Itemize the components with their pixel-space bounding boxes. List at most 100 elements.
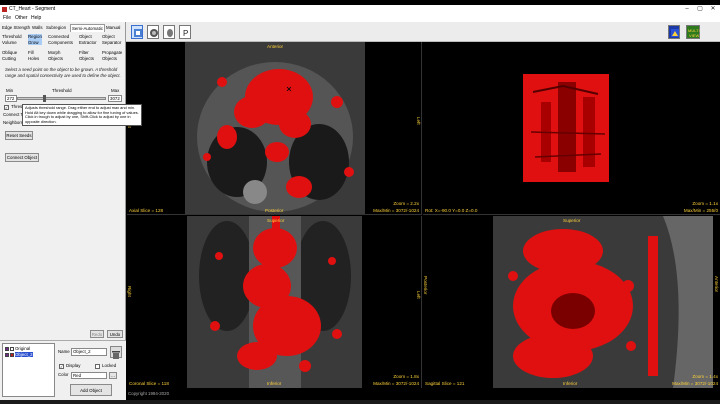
tool-object-extractor[interactable]: Object Extractor — [79, 34, 97, 45]
delete-object-button[interactable] — [110, 346, 122, 359]
tab-edge-strength[interactable]: Edge Strength — [2, 24, 30, 32]
copyright-text: Copyright 1994-2020 — [128, 391, 170, 396]
tool-label: Extractor — [79, 39, 97, 45]
sagittal-slice-label: Sagittal Slice = 121 — [425, 381, 465, 386]
axial-maxmin-label: Max/Min = 3072/-1024 — [373, 208, 419, 213]
tool-region-grow[interactable]: Region Grow — [28, 34, 42, 45]
anatomy-tool-icon — [167, 29, 173, 37]
add-object-button[interactable]: Add Object — [70, 384, 112, 396]
sagittal-viewport[interactable]: Superior Inferior Posterior Anterior Sag… — [423, 216, 720, 388]
tool-morph-objects[interactable]: Morph Objects — [48, 50, 63, 61]
redo-button[interactable]: Redo — [90, 330, 104, 338]
coronal-top-label: Superior — [267, 218, 285, 223]
axial-top-label: Anterior — [267, 44, 284, 49]
axial-bottom-label: Posterior — [265, 208, 284, 213]
view-label: VIEW — [689, 33, 699, 38]
undo-button[interactable]: Undo — [107, 330, 123, 338]
coronal-viewport[interactable]: Superior Inferior Right Left Coronal Sli… — [127, 216, 422, 388]
color-label: Color — [58, 372, 69, 377]
tool-oblique-cutting[interactable]: Oblique Cutting — [2, 50, 17, 61]
threshold-min-field[interactable]: 272 — [5, 95, 17, 102]
menu-help[interactable]: Help — [31, 14, 41, 22]
threshold-max-label: Max — [111, 88, 120, 93]
object-list[interactable]: Original Object_2 — [2, 343, 55, 397]
color-select[interactable]: Red — [71, 372, 107, 379]
object-name: Original — [15, 346, 31, 351]
locked-checkbox[interactable] — [95, 364, 100, 369]
tool-filter-objects[interactable]: Filter Objects — [79, 50, 94, 61]
trash-icon — [112, 351, 120, 359]
connect-type-label: Connect T — [3, 112, 24, 117]
tool-label: Separator — [102, 39, 122, 45]
axial-slice-label: Axial Slice = 128 — [129, 208, 164, 213]
tool-instructions: Select a seed point on the object to be … — [5, 67, 121, 78]
minimize-button[interactable]: – — [682, 5, 692, 14]
axial-viewport[interactable]: Anterior Posterior Right Left Axial Slic… — [127, 42, 422, 215]
threshold-min-label: Min — [6, 88, 14, 93]
status-bar — [0, 400, 720, 404]
color-swatch[interactable] — [10, 352, 14, 357]
tool-label: Objects — [48, 55, 63, 61]
sagittal-zoom-label: Zoom = 1.4x — [692, 374, 718, 379]
tool-label: Cutting — [2, 55, 16, 61]
tab-semi-automatic[interactable]: Semi-Automatic — [70, 24, 105, 32]
coronal-left-label: Right — [127, 286, 132, 297]
tab-walls[interactable]: Walls — [32, 24, 43, 32]
tool-label: Holes — [28, 55, 40, 61]
display-label: Display — [66, 363, 81, 368]
tool-threshold-volume[interactable]: Threshold Volume — [2, 34, 22, 45]
coronal-bottom-label: Inferior — [267, 381, 282, 386]
tab-subregion[interactable]: Subregion — [46, 24, 66, 32]
tool-object-separator[interactable]: Object Separator — [102, 34, 121, 45]
segment-tool-icon — [134, 29, 142, 37]
object-name-field[interactable]: Object_2 — [71, 348, 107, 356]
object-item-original[interactable]: Original — [5, 346, 30, 351]
tool-label: Components — [48, 39, 73, 45]
segment-tool-button[interactable] — [131, 25, 143, 39]
menu-bar: File Other Help — [0, 14, 720, 22]
name-label: Name — [58, 349, 70, 354]
object-item-object-2[interactable]: Object_2 — [5, 352, 33, 357]
render-maxmin-label: Max/Min = 255/0 — [683, 208, 718, 213]
display-checkbox[interactable]: ✓ — [59, 364, 64, 369]
tool-tabs: Edge Strength Walls Subregion Semi-Autom… — [2, 24, 124, 32]
maximize-button[interactable]: ▢ — [695, 5, 705, 14]
threshold-max-field[interactable]: 3072 — [108, 95, 122, 102]
coronal-slice-image — [187, 216, 362, 388]
view-sample-button[interactable] — [668, 25, 680, 39]
close-button[interactable]: ✕ — [708, 5, 718, 14]
tool-label: Propagate — [102, 50, 123, 55]
tool-propagate-objects[interactable]: Propagate Objects — [102, 50, 122, 61]
threshold-checkbox[interactable]: ✓ — [4, 105, 9, 110]
tool-connected-components[interactable]: Connected Components — [48, 34, 73, 45]
app-icon — [2, 7, 7, 12]
tab-manual[interactable]: Manual — [106, 24, 120, 32]
svg-text:P: P — [183, 29, 188, 38]
reset-seeds-button[interactable]: Reset Seeds — [5, 131, 33, 140]
locked-label: Locked — [102, 363, 117, 368]
sagittal-left-label: Posterior — [423, 276, 428, 295]
visibility-checkbox[interactable] — [10, 346, 14, 351]
menu-file[interactable]: File — [3, 14, 11, 22]
expand-icon — [5, 346, 9, 351]
menu-other[interactable]: Other — [15, 14, 28, 22]
sagittal-top-label: Superior — [563, 218, 581, 223]
coronal-zoom-label: Zoom = 1.8x — [393, 374, 419, 379]
render-3d-viewport[interactable]: Rot: X=-90.0 Y=0.0 Z=0.0 Zoom = 1.1x Max… — [423, 42, 720, 215]
volume-render-image — [523, 74, 609, 182]
mesh-tool-button[interactable] — [147, 25, 159, 39]
anatomy-tool-button[interactable] — [163, 25, 175, 39]
threshold-slider[interactable] — [17, 97, 106, 100]
sagittal-slice-image — [493, 216, 713, 388]
multi-view-button[interactable]: MULTI VIEW — [686, 25, 700, 39]
tool-fill-holes[interactable]: Fill Holes — [28, 50, 39, 61]
segment-app-window: CT_Heart - Segment – ▢ ✕ File Other Help… — [0, 0, 720, 404]
axial-zoom-label: Zoom = 2.2x — [393, 201, 419, 206]
threshold-slider-thumb[interactable] — [42, 95, 46, 102]
tool-label: Connected — [48, 34, 70, 39]
connect-object-button[interactable]: Connect Object — [5, 153, 39, 162]
data-tool-button[interactable]: P — [179, 25, 191, 39]
tool-label: Region — [28, 34, 42, 39]
color-picker-button[interactable]: … — [109, 372, 117, 379]
tool-label: Objects — [102, 55, 117, 61]
